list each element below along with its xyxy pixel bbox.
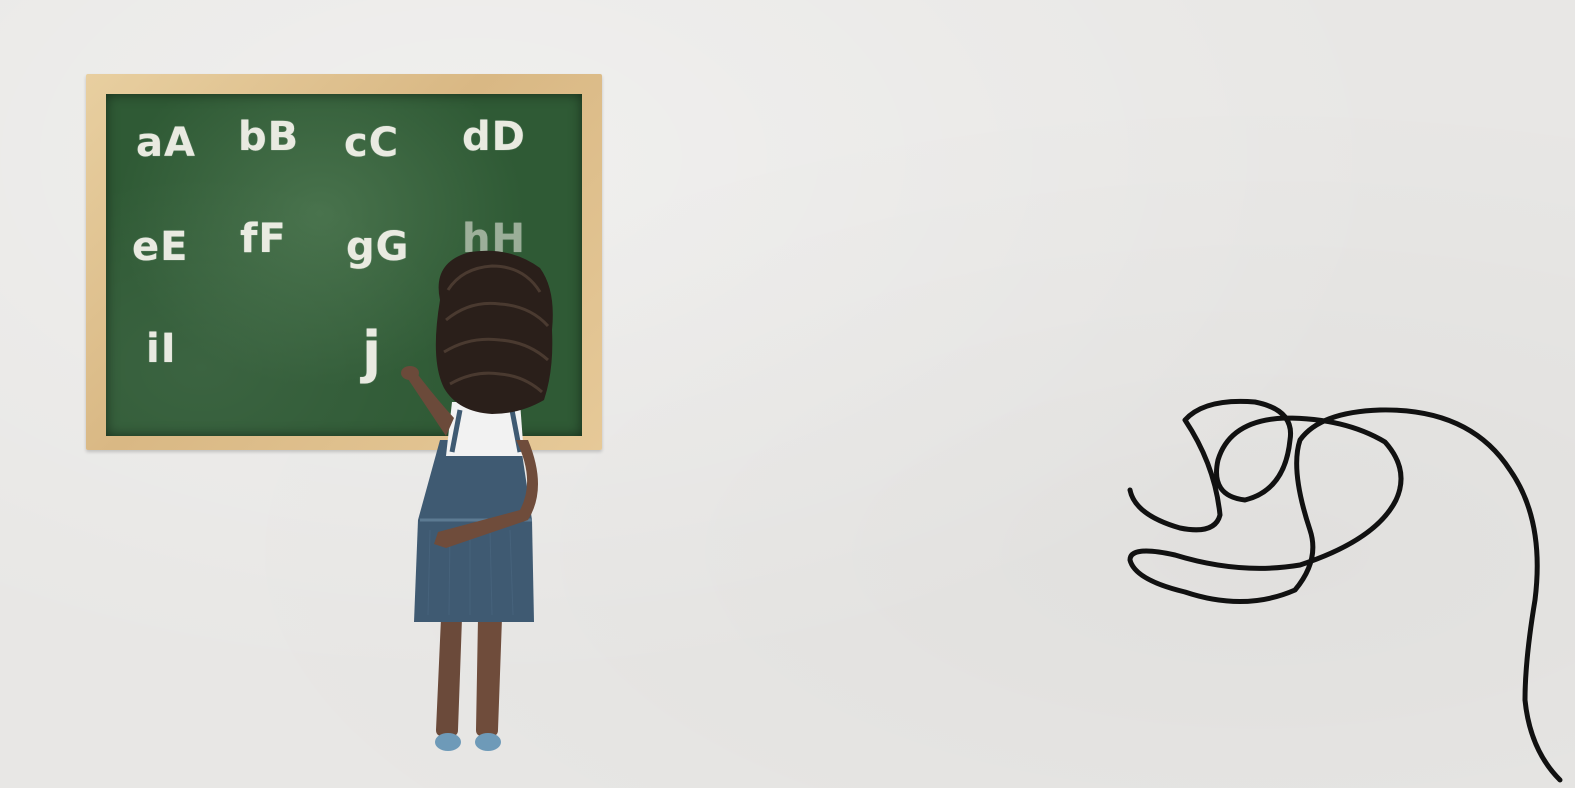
page-background: aA bB cC dD eE fF gG hH iI j [0,0,1575,788]
scribble-line-icon [1127,398,1563,783]
